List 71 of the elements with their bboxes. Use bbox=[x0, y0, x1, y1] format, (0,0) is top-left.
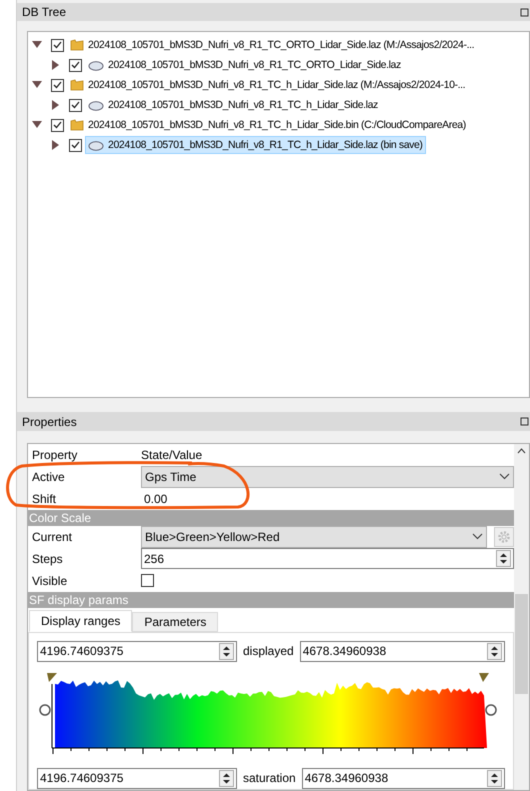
section-header: Color Scale bbox=[28, 510, 514, 526]
property-name: Steps bbox=[31, 550, 64, 568]
tree-item[interactable]: 2024108_105701_bMS3D_Nufri_v8_R1_TC_h_Lidar_Side.laz bbox=[85, 96, 381, 114]
property-name: Current bbox=[31, 528, 74, 546]
undock-icon[interactable] bbox=[520, 8, 529, 17]
checkbox[interactable] bbox=[51, 78, 64, 92]
property-name: Shift bbox=[31, 490, 58, 508]
check-icon bbox=[71, 61, 80, 70]
property-value: 0.00 bbox=[143, 490, 168, 508]
checkbox[interactable] bbox=[69, 58, 82, 72]
cloud-icon bbox=[88, 100, 104, 111]
property-name: Visible bbox=[31, 572, 68, 590]
tree-item[interactable]: 2024108_105701_bMS3D_Nufri_v8_R1_TC_h_Lidar_Side.laz (M:/Assajos2/2024-10-... bbox=[67, 76, 468, 94]
tree-item[interactable]: 2024108_105701_bMS3D_Nufri_v8_R1_TC_h_Lidar_Side.laz (bin save) bbox=[85, 136, 426, 154]
check-icon bbox=[53, 41, 62, 50]
folder-icon bbox=[70, 39, 84, 52]
spin-arrows-icon[interactable] bbox=[487, 642, 502, 660]
chevron-down-icon bbox=[499, 473, 510, 480]
checkbox[interactable] bbox=[69, 98, 82, 112]
spin-arrows-icon[interactable] bbox=[487, 770, 502, 787]
tree-item[interactable]: 2024108_105701_bMS3D_Nufri_v8_R1_TC_ORTO_Lidar_Side.laz (M:/Assajos2/2024-... bbox=[67, 36, 478, 54]
range-label: displayed bbox=[243, 643, 294, 660]
spin-arrows-icon[interactable] bbox=[219, 642, 234, 660]
section-header: SF display params bbox=[28, 592, 514, 608]
tree-item[interactable]: 2024108_105701_bMS3D_Nufri_v8_R1_TC_h_Lidar_Side.bin (C:/CloudCompareArea) bbox=[67, 116, 469, 134]
max-spinbox[interactable]: 4678.34960938 bbox=[300, 640, 505, 662]
tree-item[interactable]: 2024108_105701_bMS3D_Nufri_v8_R1_TC_ORTO_Lidar_Side.laz bbox=[85, 56, 404, 74]
dropdown[interactable]: Blue>Green>Yellow>Red bbox=[141, 526, 487, 548]
dropdown[interactable]: Gps Time bbox=[141, 466, 514, 488]
folder-icon bbox=[70, 79, 84, 92]
cloud-icon bbox=[88, 140, 104, 151]
gear-icon bbox=[497, 530, 511, 544]
checkbox[interactable] bbox=[141, 574, 154, 588]
slider-handle-icon[interactable] bbox=[485, 704, 497, 716]
checkbox[interactable] bbox=[69, 138, 82, 152]
panel-title: Properties bbox=[22, 414, 77, 431]
checkbox[interactable] bbox=[51, 118, 64, 132]
collapse-arrow-icon[interactable] bbox=[50, 100, 60, 110]
range-marker-icon[interactable] bbox=[47, 672, 57, 682]
slider-handle-icon[interactable] bbox=[39, 704, 51, 716]
folder-icon bbox=[70, 119, 84, 132]
expand-arrow-icon[interactable] bbox=[32, 40, 42, 50]
scroll-up-icon[interactable] bbox=[517, 448, 526, 454]
scrollbar[interactable] bbox=[514, 444, 529, 790]
spin-arrows-icon[interactable] bbox=[496, 550, 511, 568]
min-spinbox[interactable]: 4196.74609375 bbox=[37, 768, 237, 789]
column-header: State/Value bbox=[141, 446, 202, 464]
max-spinbox[interactable]: 4678.34960938 bbox=[302, 768, 505, 789]
check-icon bbox=[53, 81, 62, 90]
tab[interactable]: Parameters bbox=[132, 612, 218, 632]
tab[interactable]: Display ranges bbox=[29, 610, 132, 632]
scrollbar-thumb[interactable] bbox=[515, 594, 528, 694]
checkbox[interactable] bbox=[51, 38, 64, 52]
column-header: Property bbox=[31, 446, 78, 464]
check-icon bbox=[71, 101, 80, 110]
chevron-down-icon bbox=[472, 533, 483, 540]
check-icon bbox=[71, 141, 80, 150]
check-icon bbox=[53, 121, 62, 130]
panel-title: DB Tree bbox=[22, 4, 66, 22]
range-label: saturation bbox=[243, 770, 296, 788]
spin-arrows-icon[interactable] bbox=[219, 770, 234, 787]
property-name: Active bbox=[31, 468, 66, 486]
collapse-arrow-icon[interactable] bbox=[50, 60, 60, 70]
expand-arrow-icon[interactable] bbox=[32, 80, 42, 90]
cloud-icon bbox=[88, 60, 104, 71]
range-marker-icon[interactable] bbox=[479, 672, 489, 682]
collapse-arrow-icon[interactable] bbox=[50, 140, 60, 150]
undock-icon[interactable] bbox=[520, 417, 529, 426]
expand-arrow-icon[interactable] bbox=[32, 120, 42, 130]
min-spinbox[interactable]: 4196.74609375 bbox=[37, 640, 237, 662]
steps-spinbox[interactable]: 256 bbox=[141, 548, 514, 570]
